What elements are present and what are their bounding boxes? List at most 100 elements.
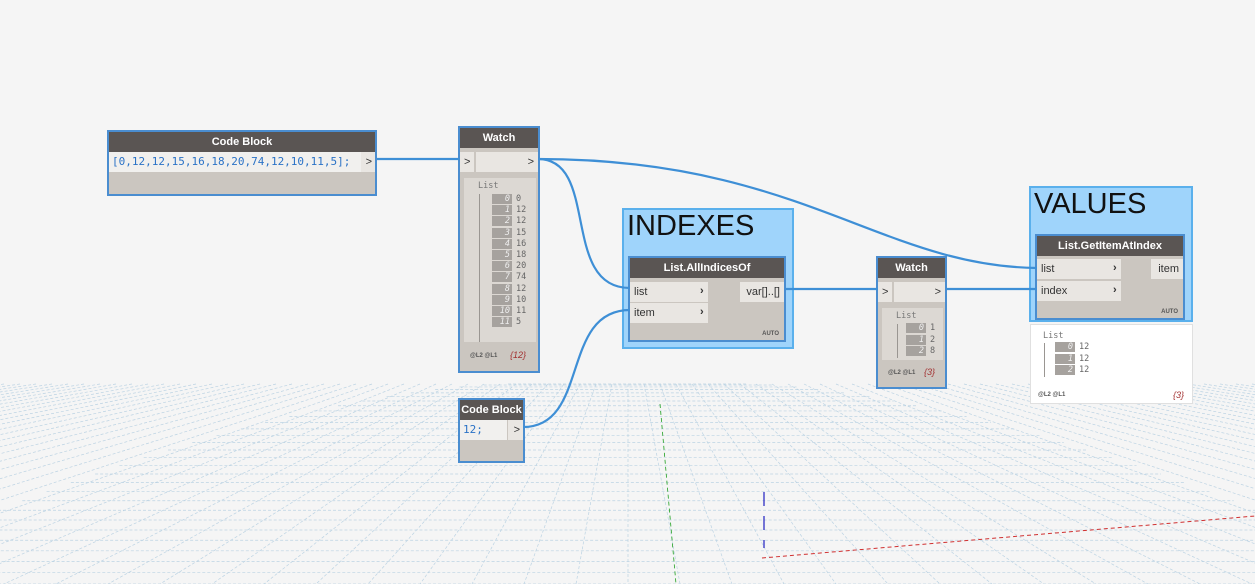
- output-port[interactable]: >: [508, 420, 523, 440]
- item-value: 18: [516, 250, 527, 260]
- list-item: 7 74: [492, 272, 527, 283]
- grid-line: [0, 383, 5, 385]
- lacing-label: @L2 @L1: [470, 353, 498, 359]
- list-label: List: [1043, 331, 1064, 341]
- grid-line: [0, 383, 21, 388]
- output-port[interactable]: >: [894, 282, 945, 302]
- list-item: 4 16: [492, 238, 527, 249]
- dynamo-canvas[interactable]: INDEXES VALUES Code Block [0,12,12,15,16…: [0, 0, 1255, 584]
- grid-line: [575, 383, 613, 584]
- list-item: 3 15: [492, 227, 526, 238]
- grid-line: [1139, 383, 1255, 405]
- watch-node[interactable]: Watch > > List 011228 @L2 @L1 {3}: [876, 256, 947, 389]
- input-port[interactable]: >: [878, 282, 892, 302]
- grid-line: [851, 383, 1255, 545]
- node-title: List.GetItemAtIndex: [1037, 236, 1183, 256]
- item-index: 0: [1055, 342, 1075, 352]
- item-index: 0: [492, 194, 512, 204]
- list-item: 12: [906, 334, 935, 345]
- item-value: 12: [1079, 342, 1090, 352]
- list-item: 10 11: [492, 306, 526, 316]
- list-label: List: [478, 181, 499, 191]
- grid-line: [523, 383, 597, 584]
- item-count: {3}: [1173, 390, 1185, 400]
- node-title: List.AllIndicesOf: [630, 258, 784, 278]
- grid-line: [1171, 383, 1255, 398]
- grid-line: [819, 383, 1253, 584]
- grid-line: [771, 383, 1097, 584]
- chevron-right-icon: ›: [1113, 284, 1117, 296]
- grid-line: [0, 383, 229, 436]
- list-item: 2 12: [492, 216, 526, 227]
- item-value: 74: [516, 272, 527, 283]
- item-index: 5: [492, 250, 512, 260]
- code-block-node[interactable]: Code Block [0,12,12,15,16,18,20,74,12,10…: [107, 130, 377, 196]
- item-value: 12: [516, 205, 527, 216]
- grid-line: [0, 383, 373, 514]
- list-item: 28: [906, 346, 935, 356]
- grid-line: [0, 383, 213, 430]
- watch-node[interactable]: Watch > > List 0 0 1 12 2 12 3 15 4 16 5 18 6 20 7 74 8 1…: [458, 126, 540, 373]
- get-item-at-index-node[interactable]: List.GetItemAtIndex list › index › item …: [1035, 234, 1185, 320]
- item-value: 12: [1079, 365, 1090, 375]
- node-title: Code Block: [109, 132, 375, 152]
- output-port[interactable]: item: [1151, 259, 1183, 279]
- item-value: 1: [930, 323, 936, 333]
- grid-line: [723, 383, 941, 584]
- grid-line: [107, 383, 469, 584]
- item-index: 3: [492, 227, 512, 238]
- tree-line: [1044, 343, 1045, 377]
- x-axis: [761, 515, 1255, 559]
- code-input[interactable]: [0,12,12,15,16,18,20,74,12,10,11,5];: [109, 152, 361, 172]
- grid-line: [3, 383, 437, 584]
- grid-line: [739, 383, 993, 584]
- grid-line: [0, 383, 309, 470]
- item-value: 20: [516, 261, 527, 272]
- item-index: 1: [1055, 353, 1075, 364]
- grid-line: [0, 383, 53, 393]
- item-index: 2: [1055, 365, 1075, 375]
- input-port-index[interactable]: index: [1037, 281, 1121, 301]
- lacing-label: AUTO: [1161, 309, 1178, 315]
- lacing-label: AUTO: [762, 331, 779, 337]
- item-index: 2: [906, 346, 926, 356]
- code-input[interactable]: 12;: [460, 420, 507, 440]
- grid-line: [0, 383, 277, 455]
- output-port[interactable]: var[]..[]: [740, 282, 784, 302]
- input-port-list[interactable]: list: [630, 282, 708, 302]
- grid-line: [1043, 383, 1255, 430]
- grid-line: [1187, 383, 1255, 395]
- item-count: {12}: [510, 350, 527, 360]
- grid-line: [0, 383, 293, 462]
- chevron-right-icon: ›: [1113, 262, 1117, 274]
- input-port-item[interactable]: item: [630, 303, 708, 323]
- item-index: 0: [906, 323, 926, 333]
- input-port-list[interactable]: list: [1037, 259, 1121, 279]
- input-port[interactable]: >: [460, 152, 474, 172]
- node-title: Watch: [878, 258, 945, 278]
- grid-line: [675, 383, 785, 584]
- item-value: 12: [516, 283, 527, 294]
- grid-line: [1011, 383, 1255, 441]
- all-indices-of-node[interactable]: List.AllIndicesOf list › item › var[]..[…: [628, 256, 786, 342]
- list-item: 2 12: [1055, 365, 1089, 375]
- grid-line: [947, 383, 1255, 470]
- chevron-right-icon: ›: [700, 306, 704, 318]
- item-value: 12: [1079, 353, 1090, 364]
- item-index: 7: [492, 272, 512, 283]
- output-port[interactable]: >: [361, 152, 375, 172]
- grid-line: [0, 383, 181, 421]
- item-value: 11: [516, 306, 527, 316]
- watch-preview: List 011228: [882, 308, 943, 360]
- item-value: 16: [516, 238, 527, 249]
- tree-line: [479, 194, 480, 342]
- code-block-node[interactable]: Code Block 12; >: [458, 398, 525, 463]
- node-preview-bubble[interactable]: List 0 12 1 12 2 12 @L2 @L1 {3}: [1030, 324, 1193, 404]
- grid-line: [867, 383, 1255, 528]
- output-port[interactable]: >: [476, 152, 538, 172]
- grid-line: [0, 383, 197, 425]
- lacing-label: @L2 @L1: [888, 370, 916, 376]
- list-item: 00: [492, 194, 521, 204]
- grid-line: [0, 383, 245, 441]
- grid-line: [0, 383, 85, 399]
